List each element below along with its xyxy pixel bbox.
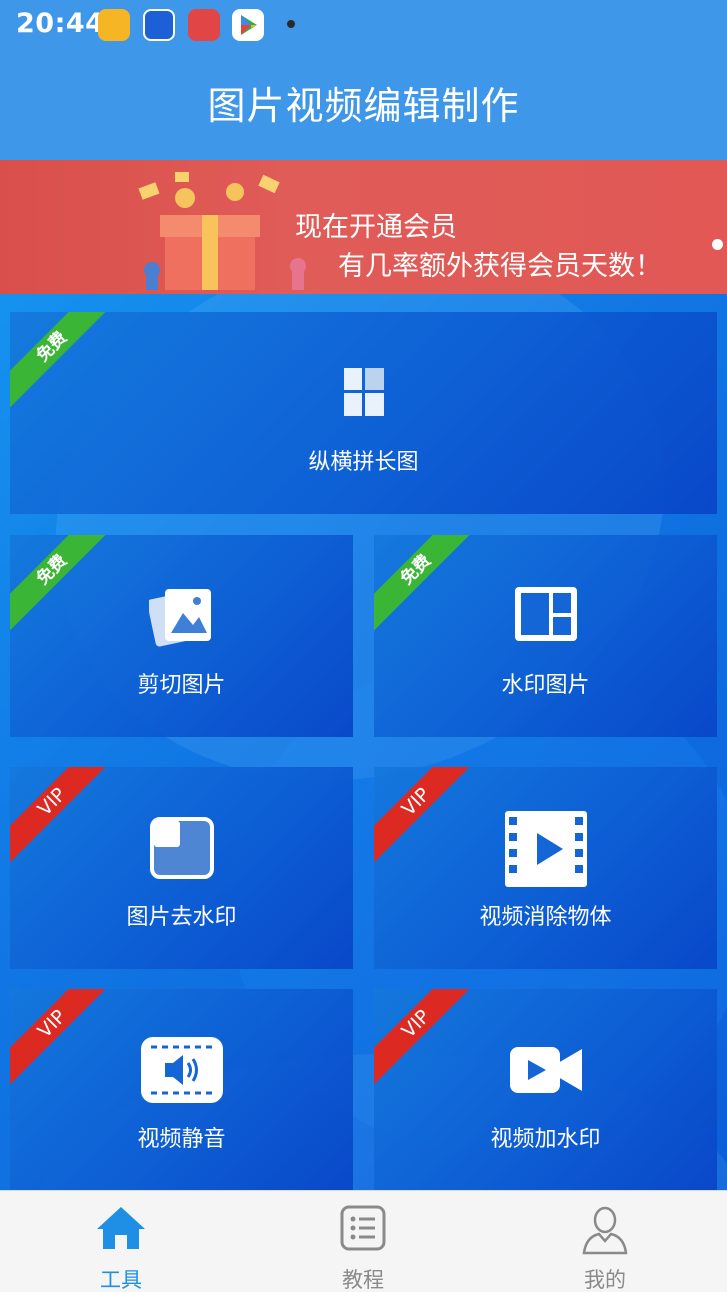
video-app-notification-icon (188, 9, 220, 41)
status-bar: 20:44 (0, 0, 727, 50)
tool-tile-mute-video[interactable]: VIP 视频静音 (10, 989, 353, 1190)
free-badge: 免费 (374, 535, 482, 636)
free-badge: 免费 (10, 535, 118, 636)
list-icon (340, 1205, 386, 1251)
home-icon (97, 1207, 145, 1249)
tool-label: 图片去水印 (126, 905, 237, 930)
free-badge: 免费 (10, 312, 118, 413)
more-notifications-dot (287, 20, 295, 28)
tool-tile-watermark-image[interactable]: 免费 水印图片 (374, 535, 717, 737)
tool-tile-long-image[interactable]: 免费 纵横拼长图 (10, 312, 717, 514)
film-play-icon (504, 811, 587, 887)
tool-label: 剪切图片 (137, 673, 226, 698)
banner-text-line2: 有几率额外获得会员天数！ (338, 251, 662, 282)
tool-tile-remove-watermark[interactable]: VIP 图片去水印 (10, 767, 353, 969)
page-title: 图片视频编辑制作 (207, 83, 520, 128)
mute-video-icon (140, 1037, 223, 1103)
nav-label: 工具 (100, 1268, 142, 1292)
user-icon (582, 1206, 628, 1255)
tool-label: 视频消除物体 (479, 905, 612, 930)
nav-tools[interactable]: 工具 (0, 1191, 242, 1292)
image-frame-icon (149, 817, 214, 879)
tool-label: 视频加水印 (490, 1127, 601, 1152)
tv-app-notification-icon (143, 9, 175, 41)
nav-label: 我的 (584, 1268, 626, 1292)
tool-label: 纵横拼长图 (308, 450, 419, 475)
nav-tutorials[interactable]: 教程 (242, 1191, 484, 1292)
gift-illustration-icon (138, 172, 306, 290)
video-camera-icon (509, 1047, 582, 1093)
banner-page-indicator (712, 239, 723, 250)
banner-text-line1: 现在开通会员 (295, 212, 457, 243)
tool-label: 水印图片 (501, 673, 590, 698)
status-time: 20:44 (16, 8, 105, 39)
photos-icon (148, 589, 211, 647)
tool-tile-crop-image[interactable]: 免费 剪切图片 (10, 535, 353, 737)
app-header: 图片视频编辑制作 (0, 50, 727, 160)
layout-icon (514, 587, 577, 641)
nav-mine[interactable]: 我的 (484, 1191, 726, 1292)
tool-label: 视频静音 (137, 1127, 226, 1152)
app-notification-icon (98, 9, 130, 41)
tool-tile-remove-object[interactable]: VIP 视频消除物体 (374, 767, 717, 969)
vip-badge: VIP (10, 989, 118, 1090)
vip-badge: VIP (374, 989, 482, 1090)
tool-tile-add-watermark-video[interactable]: VIP 视频加水印 (374, 989, 717, 1190)
promo-banner[interactable]: 现在开通会员 有几率额外获得会员天数！ (0, 160, 727, 294)
tools-grid: 免费 纵横拼长图 免费 剪切图片 免费 水印图片 VIP 图片去水印 VIP 视… (0, 294, 727, 1190)
play-store-notification-icon (232, 9, 264, 41)
bottom-nav: 工具 教程 我的 (0, 1190, 727, 1292)
grid-icon (343, 368, 384, 416)
vip-badge: VIP (374, 767, 482, 868)
vip-badge: VIP (10, 767, 118, 868)
nav-label: 教程 (342, 1268, 384, 1292)
